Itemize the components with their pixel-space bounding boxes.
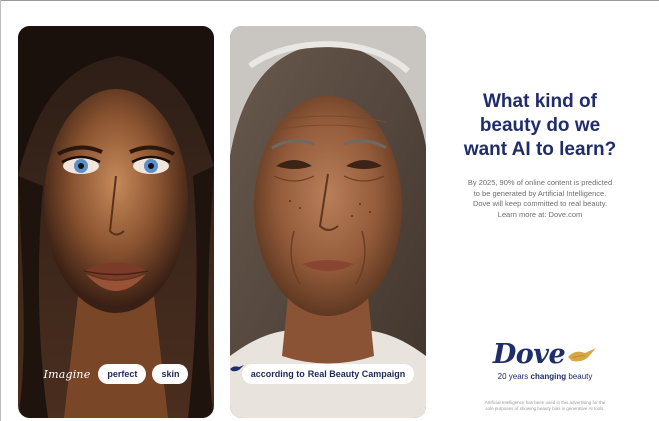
body-copy: By 2025, 90% of online content is predic… xyxy=(440,178,640,220)
tagline-bold: changing xyxy=(530,372,567,381)
headline: What kind of beauty do we want AI to lea… xyxy=(440,90,640,162)
dove-brand-block: Dove 20 years changing beauty xyxy=(470,340,620,381)
pill-skin: skin xyxy=(152,364,189,384)
dove-gold-bird-icon xyxy=(568,348,597,362)
dove-wordmark: Dove xyxy=(492,339,566,370)
pill-real-beauty-campaign: according to Real Beauty Campaign xyxy=(230,364,415,384)
headline-line-2: beauty do we xyxy=(479,115,601,136)
body-line-1: By 2025, 90% of online content is predic… xyxy=(467,178,613,187)
real-portrait-image xyxy=(230,26,426,418)
body-line-3: Dove will keep committed to real beauty. xyxy=(472,199,608,208)
dove-bird-icon xyxy=(230,365,244,372)
body-line-4: Learn more at: Dove.com xyxy=(497,209,583,219)
imagine-label: Imagine xyxy=(43,367,91,381)
brand-tagline: 20 years changing beauty xyxy=(470,372,620,381)
ai-portrait-image xyxy=(18,26,214,418)
pill-prefix: according to xyxy=(250,369,305,379)
ai-portrait-card: Imagine perfect skin xyxy=(18,26,214,418)
ai-disclaimer: Artificial Intelligence has been used in… xyxy=(470,400,620,412)
frame-border-left xyxy=(0,0,1,421)
ai-pill-row: Imagine perfect skin xyxy=(18,364,214,384)
pill-perfect: perfect xyxy=(98,364,147,384)
real-portrait-card: according to Real Beauty Campaign xyxy=(230,26,426,418)
body-line-2: to be generated by Artificial Intelligen… xyxy=(473,188,607,198)
dove-logo: Dove xyxy=(470,340,620,370)
real-pill-row: according to Real Beauty Campaign xyxy=(230,364,426,384)
disclaimer-line-2: sole purposes of showing beauty bias in … xyxy=(485,406,605,411)
pill-suffix: Real Beauty Campaign xyxy=(307,369,406,379)
tagline-suffix: beauty xyxy=(568,372,593,381)
frame-border-top xyxy=(0,0,659,1)
ad-copy: What kind of beauty do we want AI to lea… xyxy=(440,90,640,220)
headline-line-3: want AI to learn? xyxy=(463,139,617,160)
tagline-prefix: 20 years xyxy=(497,372,529,381)
headline-line-1: What kind of xyxy=(483,91,597,112)
